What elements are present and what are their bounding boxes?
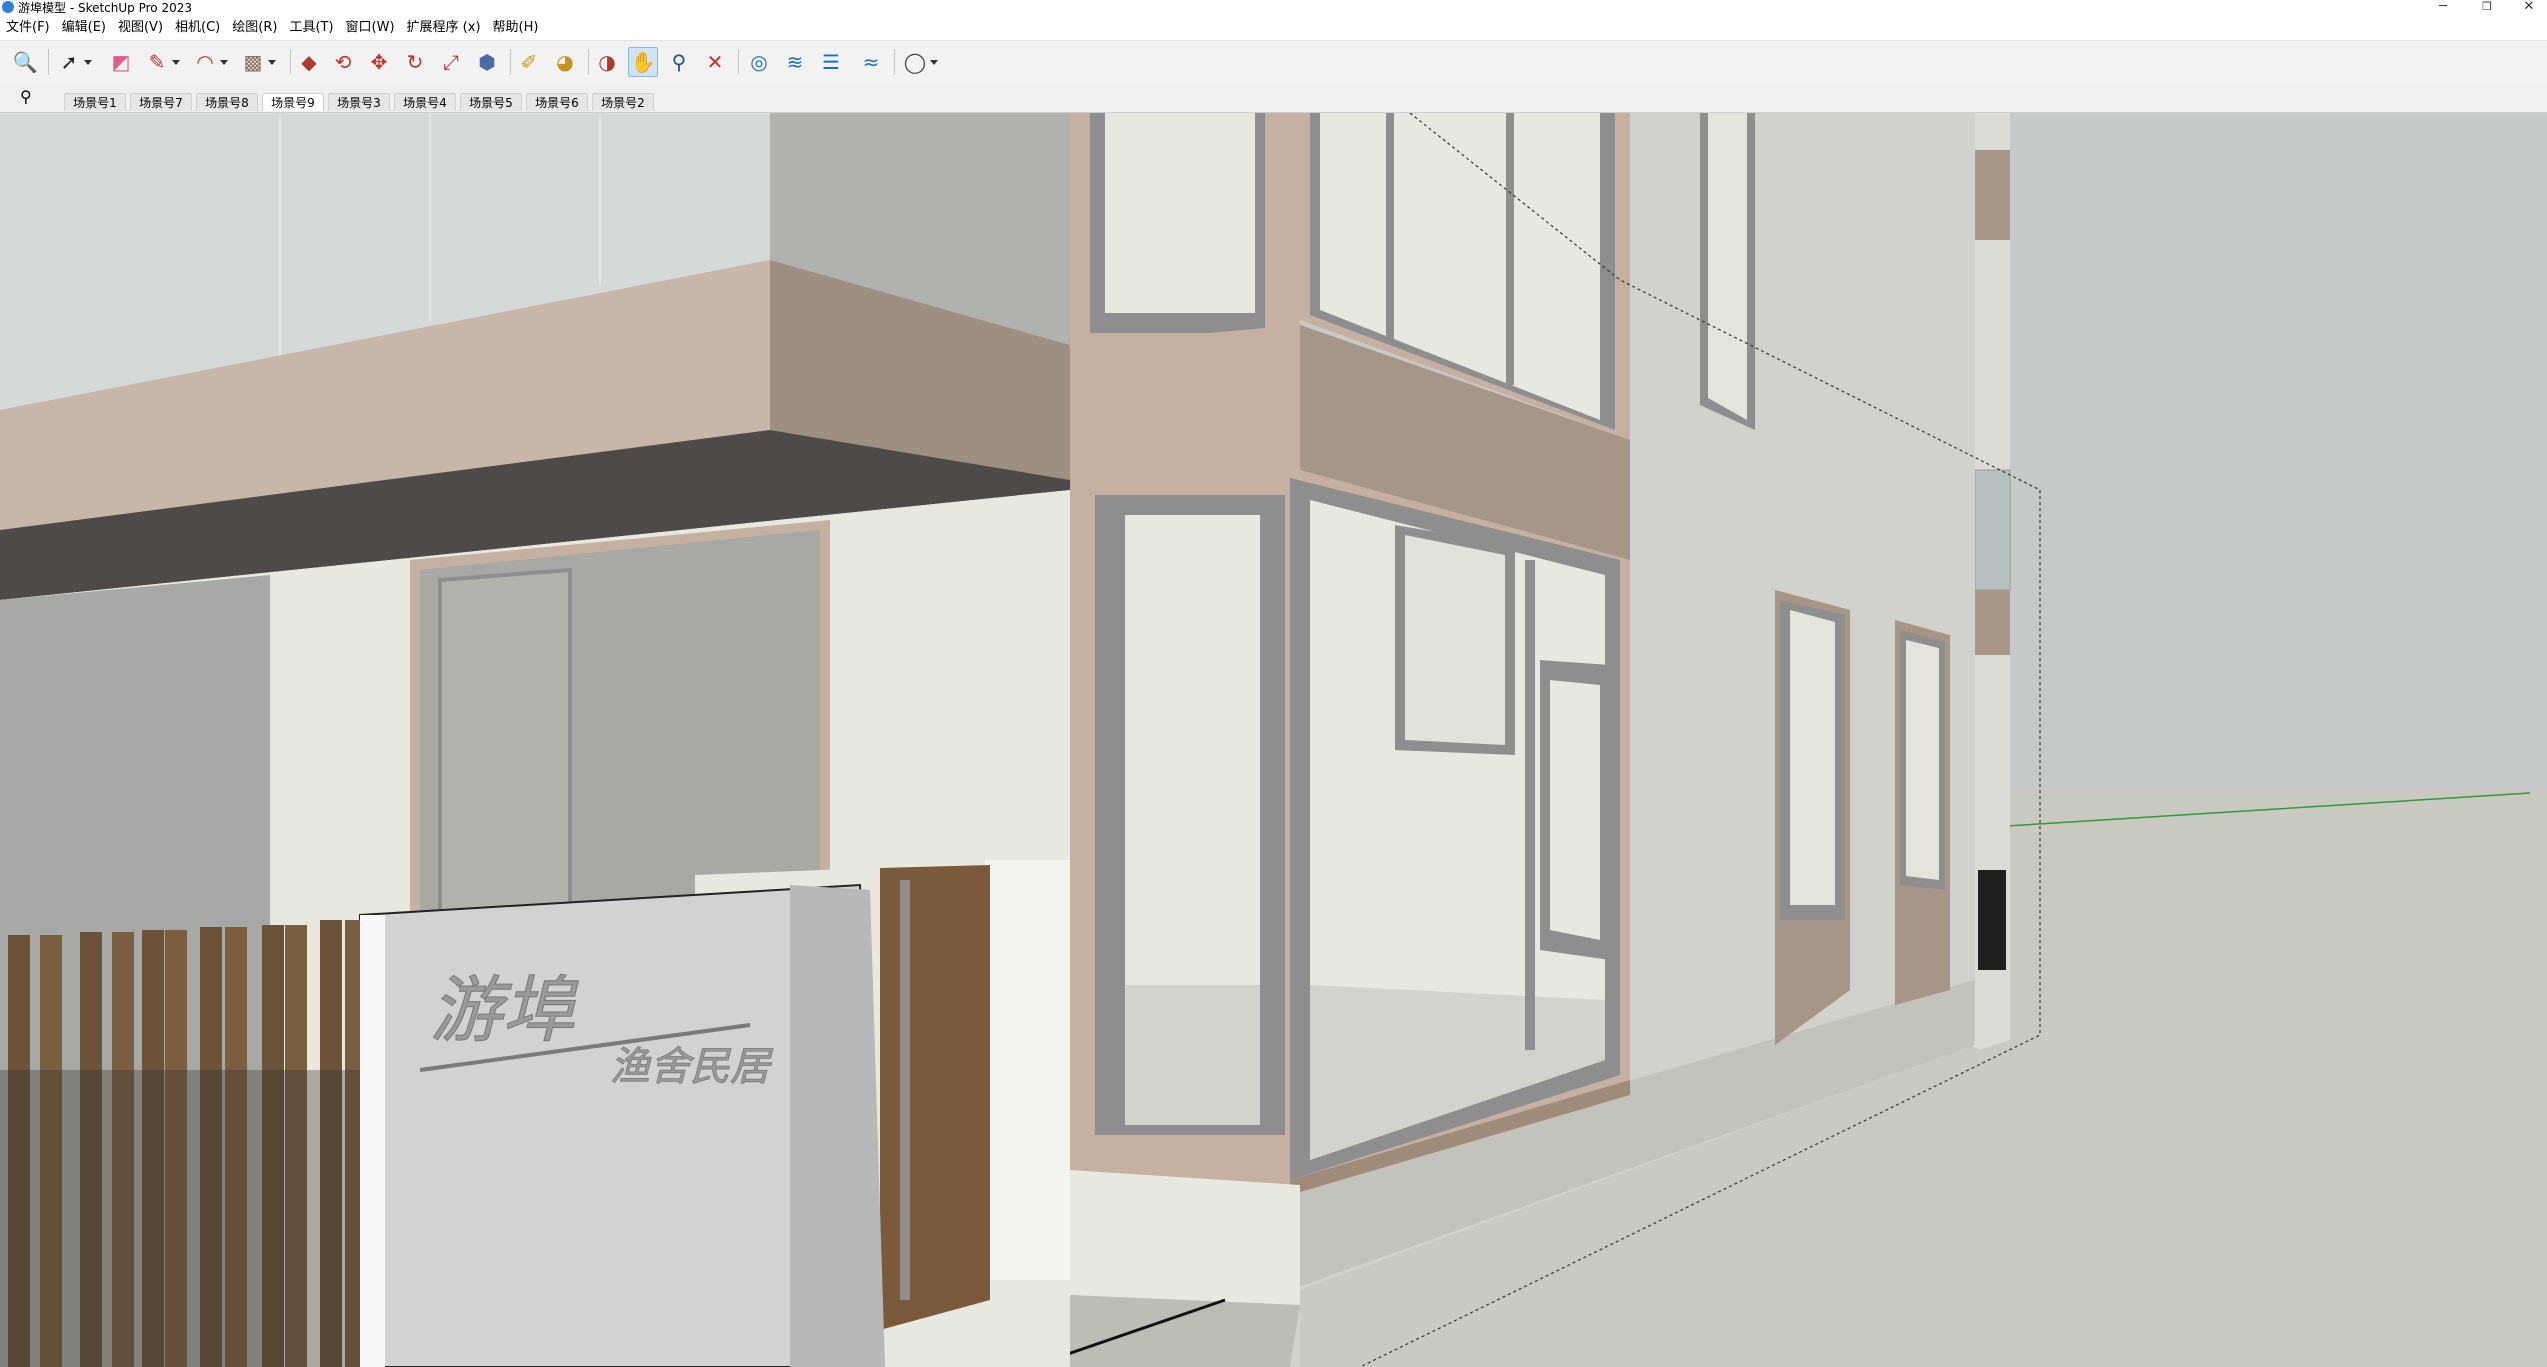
- section-icon[interactable]: ≈: [856, 47, 886, 77]
- far-balcony: [1975, 150, 2010, 240]
- eraser-icon[interactable]: ◩: [106, 47, 136, 77]
- side-window-glass: [1906, 640, 1939, 880]
- side-door-glass: [1550, 680, 1600, 940]
- sign-wall-edge: [360, 915, 385, 1367]
- far-glass-rail: [1974, 469, 2011, 591]
- gate-post: [985, 860, 1070, 1280]
- toolbar-separator: [290, 49, 291, 75]
- restore-button[interactable]: ❐: [2464, 0, 2510, 16]
- menu-bar: 文件(F) 编辑(E) 视图(V) 相机(C) 绘图(R) 工具(T) 窗口(W…: [0, 18, 2547, 40]
- menu-window[interactable]: 窗口(W): [340, 18, 401, 40]
- scenes-bar: ⚲ 场景号1 场景号7 场景号8 场景号9 场景号3 场景号4 场景号5 场景号…: [0, 83, 2547, 113]
- model-render: 游埠 渔舍民居: [0, 113, 2547, 1367]
- upper-window-glass: [1105, 113, 1255, 313]
- follow-me-icon[interactable]: ⬢: [472, 47, 502, 77]
- scene-search-icon[interactable]: ⚲: [20, 89, 32, 105]
- rotate-icon[interactable]: ↻: [400, 47, 430, 77]
- inner-window-glass: [1405, 535, 1505, 745]
- far-balcony-2: [1975, 590, 2010, 655]
- scene-tab[interactable]: 场景号4: [394, 93, 456, 111]
- title-bar: 游埠模型 - SketchUp Pro 2023 ─ ❐ ✕: [0, 0, 2547, 16]
- paint-bucket-icon[interactable]: ◕: [550, 47, 580, 77]
- ac-unit: [1978, 870, 2006, 970]
- scene-tab[interactable]: 场景号7: [130, 93, 192, 111]
- scene-tab[interactable]: 场景号3: [328, 93, 390, 111]
- menu-view[interactable]: 视图(V): [112, 18, 169, 40]
- gate-handle: [900, 880, 910, 1300]
- toolbar-separator: [510, 49, 511, 75]
- window-title: 游埠模型 - SketchUp Pro 2023: [18, 1, 192, 15]
- menu-edit[interactable]: 编辑(E): [56, 18, 112, 40]
- select-icon[interactable]: ➚: [54, 47, 92, 77]
- menu-tools[interactable]: 工具(T): [283, 18, 339, 40]
- bay-lower-left-panel: [1125, 985, 1260, 1125]
- arc-icon[interactable]: ◠: [190, 47, 228, 77]
- zoom-window-icon[interactable]: 🔍: [10, 47, 40, 77]
- sketchup-app-icon: [2, 1, 14, 13]
- toolbar-separator: [894, 49, 895, 75]
- door-leaf: [438, 567, 572, 918]
- toolbar-separator: [738, 49, 739, 75]
- scene-tab[interactable]: 场景号6: [526, 93, 588, 111]
- scene-tab-active[interactable]: 场景号9: [262, 93, 324, 111]
- extension-icon[interactable]: ≋: [780, 47, 810, 77]
- bay-lower-left-glass: [1125, 515, 1260, 985]
- rectangle-icon[interactable]: ▩: [238, 47, 276, 77]
- menu-draw[interactable]: 绘图(R): [226, 18, 283, 40]
- wooden-gate: [880, 865, 990, 1330]
- pan-icon[interactable]: ✋: [628, 47, 658, 77]
- minimize-button[interactable]: ─: [2420, 0, 2466, 16]
- sign-main-text: 游埠: [430, 968, 579, 1052]
- scene-tab[interactable]: 场景号1: [64, 93, 126, 111]
- sign-sub-text: 渔舍民居: [610, 1044, 774, 1090]
- scale-icon[interactable]: ⤢: [436, 47, 466, 77]
- layers-icon[interactable]: ☰: [816, 47, 846, 77]
- close-button[interactable]: ✕: [2506, 0, 2547, 16]
- wooden-fence: [0, 920, 360, 1367]
- menu-extensions[interactable]: 扩展程序 (x): [401, 18, 487, 40]
- warehouse-icon[interactable]: ◎: [744, 47, 774, 77]
- paving: [1030, 1295, 1300, 1367]
- menu-help[interactable]: 帮助(H): [487, 18, 545, 40]
- menu-file[interactable]: 文件(F): [0, 18, 56, 40]
- toolbar-separator: [48, 49, 49, 75]
- offset-icon[interactable]: ⟲: [328, 47, 358, 77]
- toolbar-separator: [588, 49, 589, 75]
- scene-tab[interactable]: 场景号2: [592, 93, 654, 111]
- push-pull-icon[interactable]: ◆: [294, 47, 324, 77]
- sign-wall-curve: [790, 885, 885, 1367]
- menu-camera[interactable]: 相机(C): [169, 18, 226, 40]
- account-icon[interactable]: ◯: [900, 47, 938, 77]
- main-toolbar: 🔍 ➚ ◩ ✎ ◠ ▩ ◆ ⟲ ✥ ↻ ⤢ ⬢ ✐ ◕ ◑ ✋ ⚲ ✕ ◎ ≋ …: [0, 40, 2547, 84]
- pencil-icon[interactable]: ✎: [142, 47, 180, 77]
- side-window-glass: [1790, 610, 1835, 905]
- scene-tab[interactable]: 场景号5: [460, 93, 522, 111]
- zoom-icon[interactable]: ⚲: [664, 47, 694, 77]
- orbit-icon[interactable]: ◑: [592, 47, 622, 77]
- side-window-upper-glass: [1708, 113, 1747, 420]
- bay-base: [1070, 1170, 1300, 1305]
- zoom-extents-icon[interactable]: ✕: [700, 47, 730, 77]
- tape-measure-icon[interactable]: ✐: [514, 47, 544, 77]
- scene-tab[interactable]: 场景号8: [196, 93, 258, 111]
- model-viewport[interactable]: 游埠 渔舍民居: [0, 113, 2547, 1367]
- sketchup-window: 游埠模型 - SketchUp Pro 2023 ─ ❐ ✕ 文件(F) 编辑(…: [0, 0, 2547, 1367]
- move-icon[interactable]: ✥: [364, 47, 394, 77]
